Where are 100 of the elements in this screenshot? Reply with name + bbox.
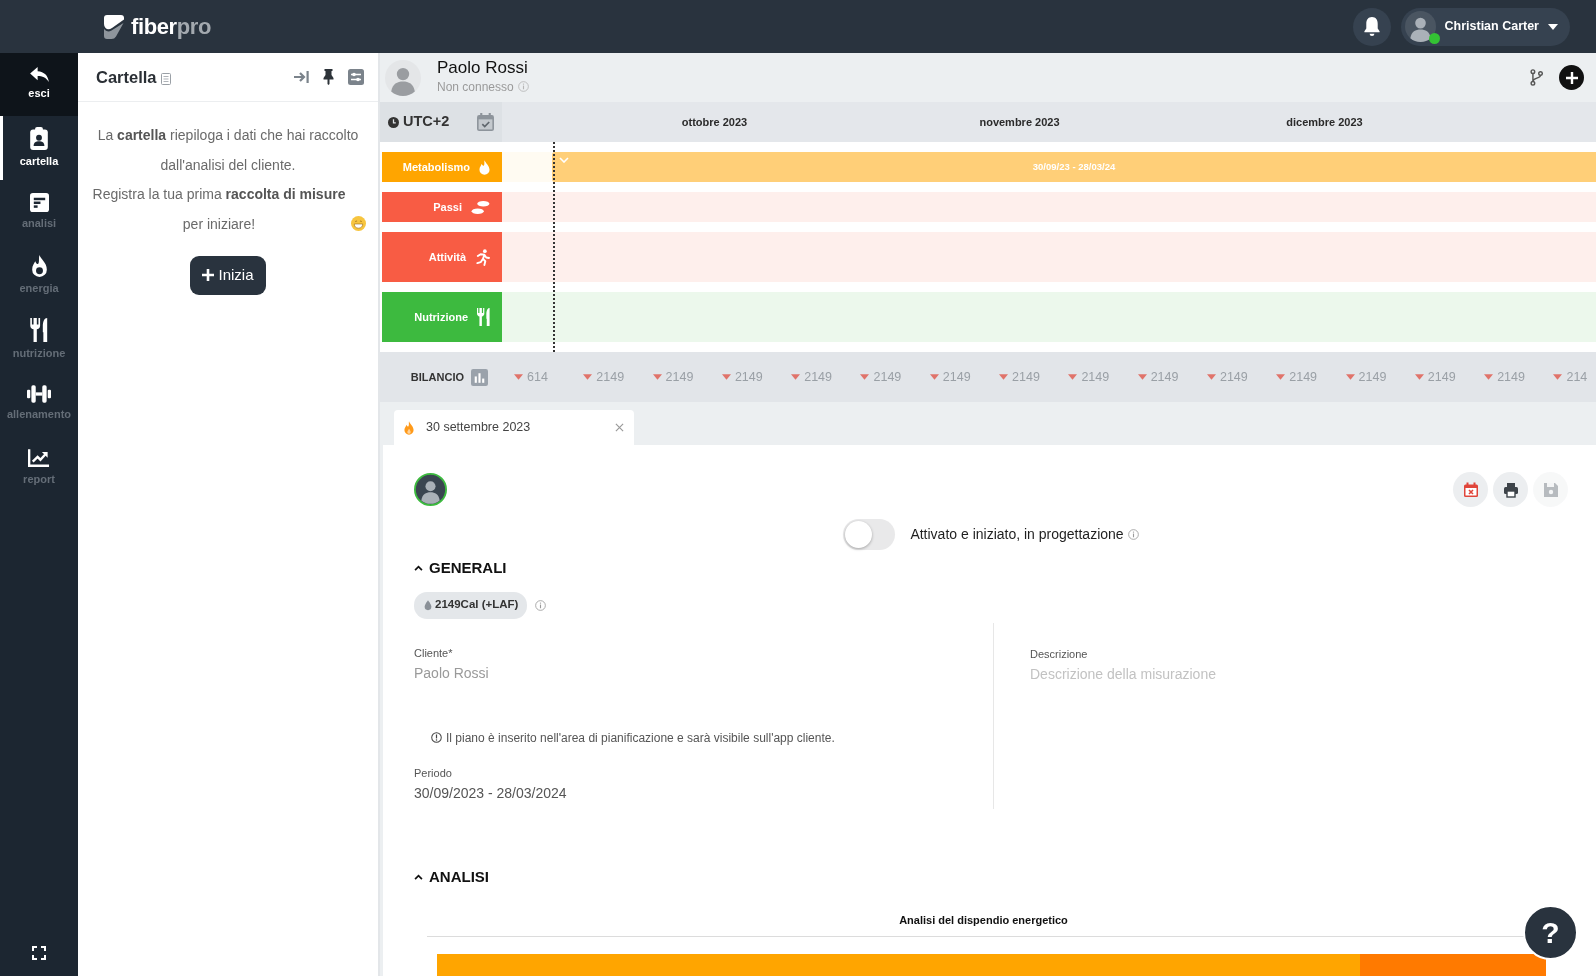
panel-title: Cartella: [96, 66, 157, 88]
down-triangle-icon: [860, 374, 870, 380]
category-label: Metabolismo: [402, 159, 470, 175]
calorie-text: 2149Cal (+LAF): [435, 597, 519, 613]
user-menu-button[interactable]: Christian Carter: [1400, 7, 1570, 46]
flame-icon: [404, 420, 414, 435]
printer-icon: [1502, 481, 1519, 498]
balance-value: 2149: [1497, 368, 1525, 386]
flame-icon: [30, 255, 48, 278]
balance-value: 2149: [1358, 368, 1387, 386]
book-icon: [160, 73, 171, 85]
calendar-check-icon[interactable]: [477, 113, 494, 131]
down-triangle-icon: [514, 374, 523, 380]
fork-knife-icon: [477, 308, 490, 326]
flame-icon: [479, 159, 490, 175]
balance-value: 2149: [665, 368, 694, 386]
toggle-label: Attivato e iniziato, in progettazione: [910, 525, 1124, 544]
timezone-label: UTC+2: [403, 112, 450, 132]
client-name: Paolo Rossi: [437, 59, 529, 78]
document-icon: [29, 192, 49, 212]
calendar-remove-button[interactable]: [1453, 472, 1488, 507]
category-header[interactable]: Nutrizione: [382, 292, 502, 342]
date-tab[interactable]: 30 settembre 2023: [394, 410, 634, 445]
field-label: Cliente*: [414, 646, 454, 660]
fullscreen-icon[interactable]: [32, 946, 46, 960]
branch-icon[interactable]: [1530, 69, 1543, 86]
line-chart-icon: [28, 448, 50, 468]
dumbbell-icon: [27, 385, 51, 404]
nav-item[interactable]: nutrizione: [0, 308, 78, 372]
start-button[interactable]: Inizia: [190, 256, 266, 295]
section-toggle[interactable]: ANALISI: [414, 865, 489, 889]
toggle-switch[interactable]: [843, 519, 896, 550]
plus-icon: [202, 269, 215, 282]
down-triangle-icon: [1137, 374, 1147, 380]
client-field[interactable]: Paolo Rossi: [414, 663, 993, 682]
category-header[interactable]: Passi: [382, 192, 502, 222]
reply-arrow-icon: [29, 67, 49, 83]
down-triangle-icon: [999, 374, 1009, 380]
client-avatar: [385, 59, 421, 96]
category-label: Attività: [428, 249, 466, 265]
down-triangle-icon: [1068, 374, 1078, 380]
down-triangle-icon: [721, 374, 731, 380]
balance-value: 614: [527, 368, 548, 386]
period-field[interactable]: 30/09/2023 - 28/03/2024: [414, 783, 993, 803]
category-header[interactable]: Attività: [382, 232, 502, 282]
nav-item[interactable]: report: [0, 436, 78, 500]
info-icon: [1127, 529, 1139, 540]
user-avatar: [1404, 11, 1436, 42]
arrow-to-line-icon[interactable]: [294, 71, 309, 83]
balance-value: 2149: [1150, 368, 1179, 386]
nav-item[interactable]: energia: [0, 244, 78, 308]
client-avatar: [414, 473, 447, 506]
balance-value: 2149: [596, 368, 625, 386]
down-triangle-icon: [929, 374, 939, 380]
add-button[interactable]: [1559, 65, 1584, 90]
logo-icon: [104, 14, 124, 39]
category-label: Passi: [433, 199, 462, 215]
exit-link[interactable]: esci: [0, 53, 78, 116]
bar-chart-icon[interactable]: [471, 368, 488, 386]
pin-icon[interactable]: [323, 69, 334, 85]
drop-icon: [424, 599, 432, 611]
nav-item[interactable]: analisi: [0, 180, 78, 244]
running-person-icon: [475, 248, 490, 266]
intro-text: La cartella riepiloga i dati che hai raccolto dall'analisi del cliente.: [96, 126, 360, 175]
down-triangle-icon: [1553, 374, 1563, 380]
close-icon: [615, 423, 624, 432]
sliders-icon[interactable]: [348, 69, 364, 85]
connection-status: Non connesso: [437, 78, 514, 96]
category-header[interactable]: Metabolismo: [382, 152, 502, 182]
down-triangle-icon: [1206, 374, 1216, 380]
balance-value: 2149: [1081, 368, 1110, 386]
down-triangle-icon: [583, 374, 593, 380]
fork-knife-icon: [30, 318, 48, 343]
help-button[interactable]: ?: [1523, 905, 1578, 960]
chevron-down-icon: [559, 157, 569, 163]
period-label: 30/09/23 - 28/03/24: [1032, 159, 1116, 174]
month-label: novembre 2023: [979, 115, 1060, 128]
logo-wordmark: fiberpro: [131, 15, 211, 38]
chart-title: Analisi del dispendio energetico: [898, 913, 1069, 929]
exclamation-circle-icon: [431, 732, 442, 744]
balance-value: 2149: [804, 368, 832, 386]
field-label: Periodo: [414, 766, 453, 780]
down-triangle-icon: [1276, 374, 1286, 380]
section-toggle[interactable]: GENERALI: [414, 557, 507, 580]
field-label: Descrizione: [1030, 647, 1089, 661]
footprints-icon: [471, 199, 490, 215]
info-icon: [535, 599, 547, 611]
down-triangle-icon: [1484, 374, 1494, 380]
balance-value: 2149: [1219, 368, 1248, 386]
notifications-button[interactable]: [1352, 7, 1391, 46]
down-triangle-icon: [652, 374, 662, 380]
down-triangle-icon: [791, 374, 801, 380]
down-triangle-icon: [1414, 374, 1424, 380]
clipboard-icon: [30, 126, 48, 150]
month-label: dicembre 2023: [1286, 115, 1363, 128]
nav-item[interactable]: allenamento: [0, 372, 78, 436]
print-button[interactable]: [1493, 472, 1528, 507]
balance-value: 214: [1566, 368, 1588, 386]
category-label: Nutrizione: [414, 309, 468, 325]
description-field[interactable]: Descrizione della misurazione: [1030, 664, 1568, 683]
